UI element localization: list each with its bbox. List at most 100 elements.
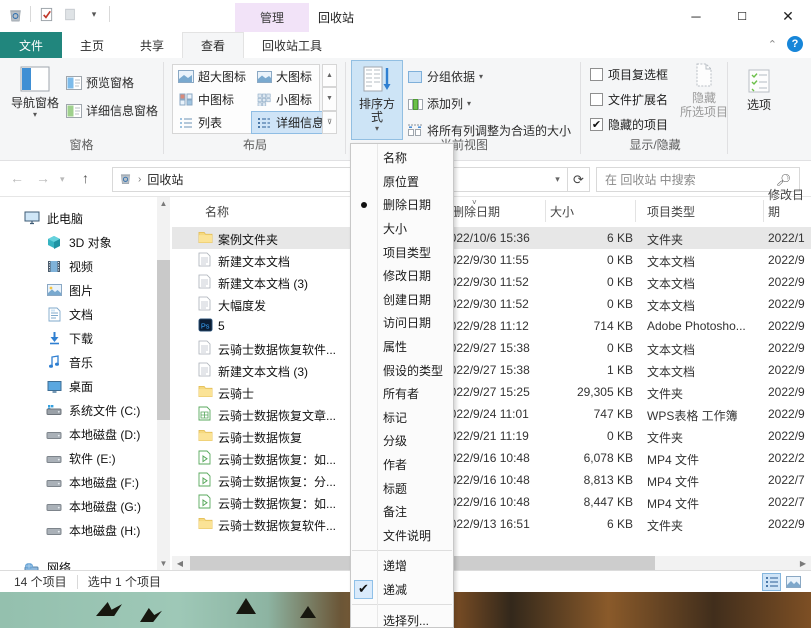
properties-icon[interactable] (37, 5, 55, 23)
breadcrumb[interactable]: › 回收站 (112, 167, 568, 192)
menu-item-标题[interactable]: 标题 (351, 476, 453, 500)
menu-item-名称[interactable]: 名称 (351, 146, 453, 170)
menu-item-选择列[interactable]: 选择列... (351, 608, 453, 628)
menu-item-所有者[interactable]: 所有者 (351, 382, 453, 406)
sidebar-item-系统文件 (C:)[interactable]: 系统文件 (C:) (46, 399, 140, 421)
column-header-size[interactable]: 大小 (550, 197, 574, 225)
sort-by-button[interactable]: 排序方式 ▾ (351, 60, 403, 140)
options-button[interactable]: 选项 (733, 64, 785, 116)
scroll-up-icon[interactable]: ▲ (157, 197, 170, 210)
menu-item-原位置[interactable]: 原位置 (351, 170, 453, 194)
sidebar-item-本地磁盘 (H:)[interactable]: 本地磁盘 (H:) (46, 519, 140, 541)
layout-option-大图标[interactable]: 大图标 (251, 65, 329, 88)
menu-item-删除日期[interactable]: 删除日期 (351, 193, 453, 217)
sidebar-item-音乐[interactable]: 音乐 (46, 351, 93, 373)
breadcrumb-location[interactable]: 回收站 (147, 171, 183, 188)
new-folder-icon[interactable] (61, 5, 79, 23)
thumbnail-view-toggle[interactable] (784, 573, 803, 591)
sidebar-item-图片[interactable]: 图片 (46, 279, 93, 301)
details-pane-button[interactable]: 详细信息窗格 (66, 102, 158, 119)
column-header-date-modified[interactable]: 修改日期 (768, 197, 811, 225)
sidebar-item-本地磁盘 (D:)[interactable]: 本地磁盘 (D:) (46, 423, 140, 445)
collapse-ribbon-icon[interactable]: ⌃ (768, 38, 777, 51)
table-row[interactable]: 大幅度发2022/9/30 11:520 KB文本文档2022/9 (172, 293, 811, 315)
table-row[interactable]: 云骑士数据恢复2022/9/21 11:190 KB文件夹2022/9 (172, 425, 811, 447)
sidebar-item-本地磁盘 (F:)[interactable]: 本地磁盘 (F:) (46, 471, 139, 493)
menu-item-递减[interactable]: ✔递减 (351, 578, 453, 602)
maximize-button[interactable]: ☐ (719, 0, 765, 32)
address-dropdown-icon[interactable]: ▾ (548, 167, 568, 192)
menu-item-大小[interactable]: 大小 (351, 217, 453, 241)
checkbox-隐藏的项目[interactable]: ✔隐藏的项目 (590, 116, 668, 133)
layout-option-详细信息[interactable]: 详细信息 (251, 111, 329, 134)
refresh-icon[interactable]: ⟳ (568, 167, 590, 192)
scroll-down-icon[interactable]: ▼ (157, 557, 170, 570)
gallery-more-icon[interactable]: ⊽ (322, 111, 337, 134)
sidebar-item-本地磁盘 (G:)[interactable]: 本地磁盘 (G:) (46, 495, 141, 517)
sidebar-item-3D 对象[interactable]: 3D 对象 (46, 231, 112, 253)
table-row[interactable]: 云骑士数据恢复：如...2022/9/16 10:488,447 KBMP4 文… (172, 491, 811, 513)
ribbon-tab-recycle-tools[interactable]: 回收站工具 (244, 32, 340, 58)
forward-arrow-icon[interactable]: → (36, 170, 50, 186)
checkbox-项目复选框[interactable]: 项目复选框 (590, 66, 668, 83)
manage-contextual-tab[interactable]: 管理 (235, 3, 309, 32)
column-header-name[interactable]: 名称 (205, 197, 229, 225)
table-row[interactable]: Ps52022/9/28 11:12714 KBAdobe Photosho..… (172, 315, 811, 337)
sidebar-item-下载[interactable]: 下载 (46, 327, 93, 349)
menu-item-作者[interactable]: 作者 (351, 453, 453, 477)
scroll-left-icon[interactable]: ◀ (172, 556, 188, 570)
table-row[interactable]: 新建文本文档2022/9/30 11:550 KB文本文档2022/9 (172, 249, 811, 271)
menu-item-项目类型[interactable]: 项目类型 (351, 240, 453, 264)
table-row[interactable]: 云骑士2022/9/27 15:2529,305 KB文件夹2022/9 (172, 381, 811, 403)
menu-item-分级[interactable]: 分级 (351, 429, 453, 453)
group-by-button[interactable]: 分组依据 ▾ (407, 68, 483, 85)
table-row[interactable]: 云骑士数据恢复：分...2022/9/16 10:488,813 KBMP4 文… (172, 469, 811, 491)
preview-pane-button[interactable]: 预览窗格 (66, 74, 134, 91)
table-row[interactable]: 案例文件夹2022/10/6 15:366 KB文件夹2022/1 (172, 227, 811, 249)
sidebar-item-此电脑[interactable]: 此电脑 (24, 207, 83, 229)
ribbon-tab-查看[interactable]: 查看 (182, 32, 244, 58)
menu-item-修改日期[interactable]: 修改日期 (351, 264, 453, 288)
table-row[interactable]: 云骑士数据恢复软件...2022/9/27 15:380 KB文本文档2022/… (172, 337, 811, 359)
menu-item-属性[interactable]: 属性 (351, 335, 453, 359)
hide-selected-button[interactable]: 隐藏 所选项目 (678, 62, 730, 119)
table-row[interactable]: 云骑士数据恢复软件...2022/9/13 16:516 KB文件夹2022/9 (172, 513, 811, 535)
details-view-toggle[interactable] (762, 573, 781, 591)
menu-item-文件说明[interactable]: 文件说明 (351, 524, 453, 548)
layout-option-小图标[interactable]: 小图标 (251, 88, 329, 111)
menu-item-创建日期[interactable]: 创建日期 (351, 288, 453, 312)
history-chevron-icon[interactable]: ▾ (60, 174, 65, 185)
ribbon-tab-共享[interactable]: 共享 (122, 32, 182, 58)
menu-item-假设的类型[interactable]: 假设的类型 (351, 358, 453, 382)
unchecked-checkbox-icon[interactable] (590, 68, 603, 81)
ribbon-tab-主页[interactable]: 主页 (62, 32, 122, 58)
menu-item-访问日期[interactable]: 访问日期 (351, 311, 453, 335)
menu-item-备注[interactable]: 备注 (351, 500, 453, 524)
menu-item-递增[interactable]: 递增 (351, 554, 453, 578)
sidebar-item-软件 (E:)[interactable]: 软件 (E:) (46, 447, 116, 469)
sidebar-item-桌面[interactable]: 桌面 (46, 375, 93, 397)
recycle-bin-icon[interactable] (6, 5, 24, 23)
table-row[interactable]: 云骑士数据恢复文章...2022/9/24 11:01747 KBWPS表格 工… (172, 403, 811, 425)
column-header-item-type[interactable]: 项目类型 (647, 197, 695, 225)
table-row[interactable]: 新建文本文档 (3)2022/9/27 15:381 KB文本文档2022/9 (172, 359, 811, 381)
horizontal-scrollbar[interactable]: ◀ ▶ (172, 556, 811, 570)
checked-checkbox-icon[interactable]: ✔ (590, 118, 603, 131)
sidebar-item-文档[interactable]: 文档 (46, 303, 93, 325)
minimize-button[interactable]: ─ (673, 0, 719, 32)
customize-qat-chevron-icon[interactable]: ▾ (85, 5, 103, 23)
checkbox-文件扩展名[interactable]: 文件扩展名 (590, 91, 668, 108)
gallery-down-icon[interactable]: ▼ (322, 87, 337, 110)
ribbon-tab-file[interactable]: 文件 (0, 32, 62, 58)
scroll-right-icon[interactable]: ▶ (795, 556, 811, 570)
help-icon[interactable]: ? (787, 36, 803, 52)
table-row[interactable]: 新建文本文档 (3)2022/9/30 11:520 KB文本文档2022/9 (172, 271, 811, 293)
sidebar-item-视频[interactable]: 视频 (46, 255, 93, 277)
sidebar-scrollbar-thumb[interactable] (157, 260, 170, 420)
gallery-up-icon[interactable]: ▲ (322, 64, 337, 87)
table-row[interactable]: 云骑士数据恢复：如...2022/9/16 10:486,078 KBMP4 文… (172, 447, 811, 469)
layout-option-中图标[interactable]: 中图标 (173, 88, 251, 111)
menu-item-标记[interactable]: 标记 (351, 406, 453, 430)
navigation-pane-button[interactable]: 导航窗格 ▾ (6, 62, 64, 122)
layout-option-列表[interactable]: 列表 (173, 111, 251, 134)
